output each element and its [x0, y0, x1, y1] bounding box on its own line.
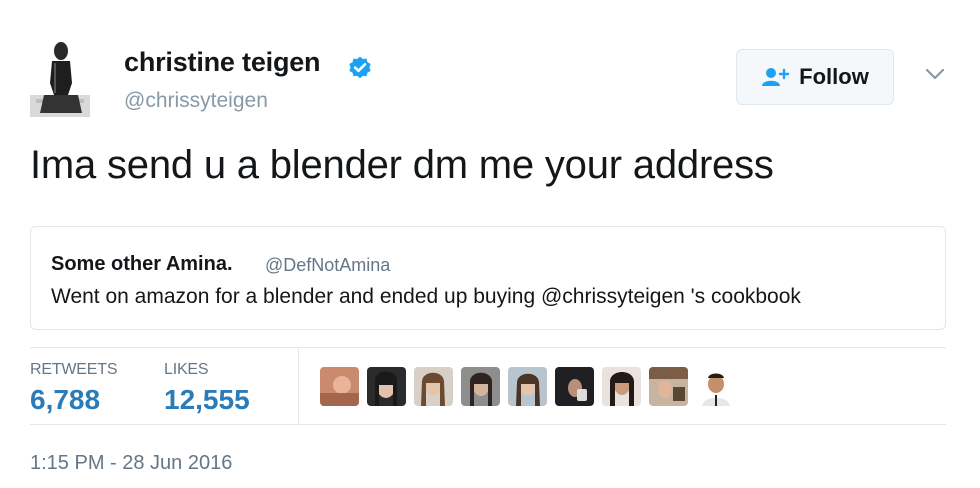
follow-button[interactable]: Follow: [736, 49, 894, 105]
tweet-timestamp[interactable]: 1:15 PM - 28 Jun 2016: [30, 452, 232, 475]
retweets-label[interactable]: RETWEETS: [30, 361, 117, 379]
stats-top-divider: [30, 347, 946, 348]
quoted-tweet[interactable]: Some other Amina. @DefNotAmina Went on a…: [30, 226, 946, 330]
stats-separator: [298, 348, 299, 424]
liker-avatar[interactable]: [555, 367, 594, 406]
quoted-tweet-text: Went on amazon for a blender and ended u…: [51, 285, 801, 308]
likes-count[interactable]: 12,555: [164, 384, 250, 416]
stats-bottom-divider: [30, 424, 946, 425]
verified-badge-icon: [349, 56, 371, 79]
quoted-tweet-handle: @DefNotAmina: [265, 255, 391, 275]
liker-avatar[interactable]: [508, 367, 547, 406]
liker-avatar[interactable]: [696, 367, 735, 406]
liker-avatar[interactable]: [461, 367, 500, 406]
likers-avatars: [320, 367, 735, 406]
tweet-text: Ima send u a blender dm me your address: [30, 143, 774, 187]
display-name[interactable]: christine teigen: [124, 47, 321, 78]
liker-avatar[interactable]: [414, 367, 453, 406]
follow-label: Follow: [799, 64, 869, 89]
liker-avatar[interactable]: [320, 367, 359, 406]
profile-avatar[interactable]: [30, 37, 90, 117]
likes-label[interactable]: LIKES: [164, 361, 209, 379]
chevron-down-icon[interactable]: [924, 66, 946, 82]
quoted-tweet-name: Some other Amina.: [51, 253, 233, 275]
liker-avatar[interactable]: [602, 367, 641, 406]
retweets-count[interactable]: 6,788: [30, 384, 100, 416]
profile-photo: [30, 37, 90, 117]
user-handle[interactable]: @chrissyteigen: [124, 89, 268, 113]
liker-avatar[interactable]: [649, 367, 688, 406]
add-user-icon: [762, 68, 790, 86]
liker-avatar[interactable]: [367, 367, 406, 406]
